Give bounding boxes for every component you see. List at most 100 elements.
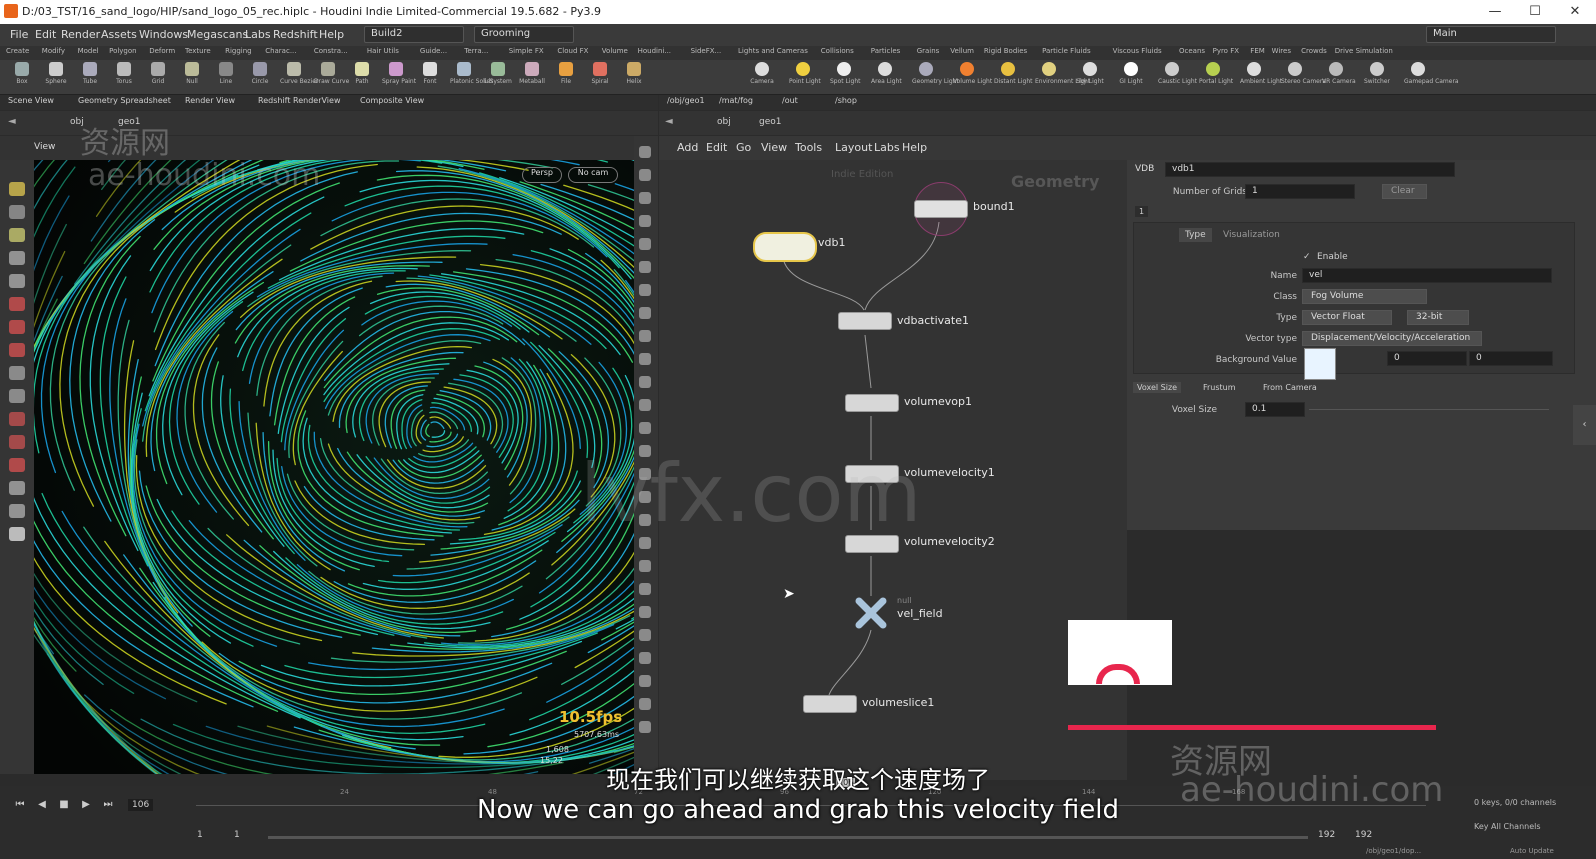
background-value-y[interactable]: 0: [1387, 351, 1467, 366]
net-menu-edit[interactable]: Edit: [706, 141, 727, 154]
clear-button[interactable]: Clear: [1382, 184, 1427, 199]
number-of-grids-field[interactable]: 1: [1245, 184, 1355, 199]
shelf-tool-sphere[interactable]: Sphere: [42, 62, 70, 85]
viewport-tool-icon[interactable]: [9, 205, 25, 219]
shelf-tab-10[interactable]: Guide...: [420, 47, 447, 55]
display-option-icon[interactable]: [639, 192, 651, 204]
node-volumevop1[interactable]: [845, 394, 899, 412]
node-name-field[interactable]: vdb1: [1165, 162, 1455, 177]
shelf-tab-9[interactable]: Hair Utils: [367, 47, 399, 55]
shelf-tool-font[interactable]: Font: [416, 62, 444, 85]
menu-edit[interactable]: Edit: [35, 28, 56, 41]
shelf-tab-8[interactable]: Constra...: [314, 47, 348, 55]
shelf-tool-camera[interactable]: Camera: [748, 62, 776, 85]
shelf-tool-line[interactable]: Line: [212, 62, 240, 85]
shelf-tab-6[interactable]: Rigging: [225, 47, 252, 55]
collapse-arrow-icon[interactable]: ‹: [1573, 405, 1596, 445]
viewport-tool-icon[interactable]: [9, 343, 25, 357]
shelf-tool-curve-bezier[interactable]: Curve Bezier: [280, 62, 318, 85]
main-desktop-selector[interactable]: Main: [1426, 26, 1556, 43]
shelf-tab-right-13[interactable]: Drive Simulation: [1335, 47, 1393, 55]
display-option-icon[interactable]: [639, 261, 651, 273]
bits-dropdown[interactable]: 32-bit: [1407, 310, 1469, 325]
display-option-icon[interactable]: [639, 560, 651, 572]
viewport-tool-icon[interactable]: [9, 366, 25, 380]
tab-visualization[interactable]: Visualization: [1217, 228, 1286, 242]
range-slider[interactable]: [268, 836, 1308, 839]
shelf-tool-torus[interactable]: Torus: [110, 62, 138, 85]
display-option-icon[interactable]: [639, 698, 651, 710]
menu-labs[interactable]: Labs: [245, 28, 271, 41]
menu-help[interactable]: Help: [319, 28, 344, 41]
radio-from-camera[interactable]: From Camera: [1259, 382, 1321, 393]
viewport-tool-icon[interactable]: [9, 504, 25, 518]
shelf-tool-ambient-light[interactable]: Ambient Light: [1240, 62, 1282, 85]
shelf-tool-gamepad-camera[interactable]: Gamepad Camera: [1404, 62, 1459, 85]
background-value-z[interactable]: 0: [1469, 351, 1553, 366]
display-option-icon[interactable]: [639, 721, 651, 733]
shelf-tool-environment-light[interactable]: Environment Light: [1035, 62, 1090, 85]
shelf-tool-caustic-light[interactable]: Caustic Light: [1158, 62, 1197, 85]
display-option-icon[interactable]: [639, 330, 651, 342]
shelf-tab-0[interactable]: Create: [6, 47, 29, 55]
shelf-tool-portal-light[interactable]: Portal Light: [1199, 62, 1233, 85]
shelf-tool-distant-light[interactable]: Distant Light: [994, 62, 1032, 85]
viewport-tool-icon[interactable]: [9, 182, 25, 196]
back-arrow-icon[interactable]: ◄: [665, 116, 673, 127]
shelf-tab-4[interactable]: Deform: [149, 47, 175, 55]
shelf-tab-1[interactable]: Modify: [42, 47, 65, 55]
viewport-tool-icon[interactable]: [9, 389, 25, 403]
shelf-tab-right-9[interactable]: Pyro FX: [1213, 47, 1239, 55]
close-button[interactable]: ✕: [1555, 2, 1595, 22]
shelf-tab-14[interactable]: Volume: [602, 47, 628, 55]
scene-viewport[interactable]: Persp No cam 10.5fps 5707.63ms 1,608 15,…: [34, 160, 634, 774]
end-frame[interactable]: 192: [1318, 830, 1335, 840]
net-menu-go[interactable]: Go: [736, 141, 751, 154]
shelf-tab-right-12[interactable]: Crowds: [1301, 47, 1327, 55]
menu-assets[interactable]: Assets: [101, 28, 137, 41]
shelf-tool-area-light[interactable]: Area Light: [871, 62, 902, 85]
viewport-tool-icon[interactable]: [9, 435, 25, 449]
viewport-tool-icon[interactable]: [9, 481, 25, 495]
display-option-icon[interactable]: [639, 353, 651, 365]
display-option-icon[interactable]: [639, 629, 651, 641]
node-vel-field[interactable]: [851, 596, 891, 630]
shelf-tab-11[interactable]: Terra...: [464, 47, 488, 55]
net-menu-labs[interactable]: Labs: [874, 141, 900, 154]
shelf-tab-7[interactable]: Charac...: [265, 47, 296, 55]
shelf-tool-null[interactable]: Null: [178, 62, 206, 85]
shelf-tool-spiral[interactable]: Spiral: [586, 62, 614, 85]
shelf-tool-geometry-light[interactable]: Geometry Light: [912, 62, 959, 85]
shelf-tool-helix[interactable]: Helix: [620, 62, 648, 85]
enable-checkbox[interactable]: ✓: [1303, 252, 1311, 262]
display-option-icon[interactable]: [639, 284, 651, 296]
shelf-tool-sky-light[interactable]: Sky Light: [1076, 62, 1104, 85]
shelf-tab-right-10[interactable]: FEM: [1250, 47, 1265, 55]
minimize-button[interactable]: —: [1475, 2, 1515, 22]
shelf-tool-spray-paint[interactable]: Spray Paint: [382, 62, 416, 85]
radio-voxel-size[interactable]: Voxel Size: [1133, 382, 1182, 393]
net-menu-view[interactable]: View: [761, 141, 787, 154]
tab-scene-view[interactable]: Scene View: [8, 96, 54, 105]
tab-obj-geo1[interactable]: /obj/geo1: [667, 96, 705, 105]
node-bound1[interactable]: [914, 200, 968, 218]
menu-megascans[interactable]: Megascans: [187, 28, 248, 41]
display-option-icon[interactable]: [639, 583, 651, 595]
shelf-tab-right-5[interactable]: Rigid Bodies: [984, 47, 1027, 55]
net-menu-help[interactable]: Help: [902, 141, 927, 154]
net-menu-add[interactable]: Add: [677, 141, 698, 154]
viewport-tool-icon[interactable]: [9, 228, 25, 242]
display-option-icon[interactable]: [639, 169, 651, 181]
shelf-tab-right-3[interactable]: Grains: [917, 47, 940, 55]
shelf-tab-right-11[interactable]: Wires: [1272, 47, 1291, 55]
shelf-tool-platonic-solids[interactable]: Platonic Solids: [450, 62, 493, 85]
path-obj[interactable]: obj: [717, 117, 731, 127]
tab-shop[interactable]: /shop: [835, 96, 857, 105]
tab-redshift-renderview[interactable]: Redshift RenderView: [258, 96, 340, 105]
tab-composite-view[interactable]: Composite View: [360, 96, 424, 105]
shelf-tool-metaball[interactable]: Metaball: [518, 62, 546, 85]
viewport-tool-icon[interactable]: [9, 458, 25, 472]
menu-render[interactable]: Render: [61, 28, 100, 41]
shelf-tool-spot-light[interactable]: Spot Light: [830, 62, 861, 85]
viewport-tool-icon[interactable]: [9, 320, 25, 334]
